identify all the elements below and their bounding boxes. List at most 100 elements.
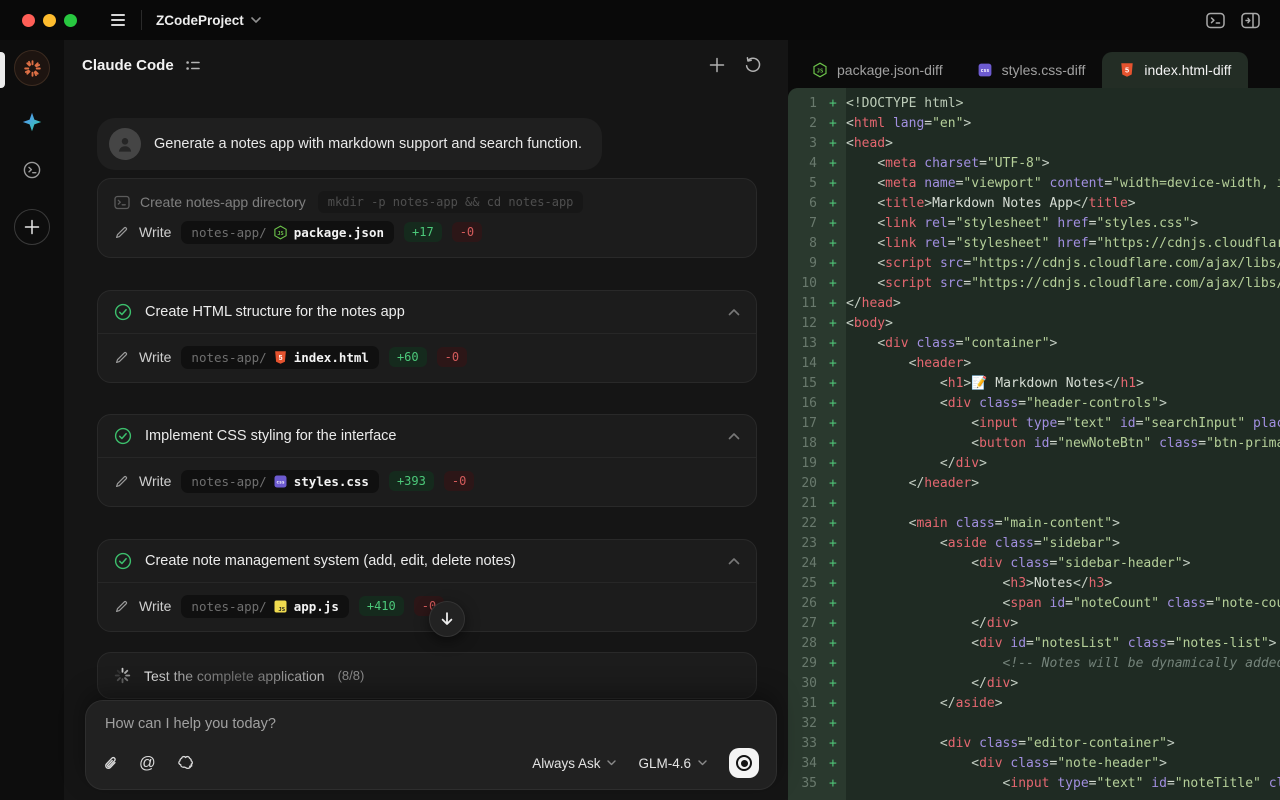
task-card: Create notes-app directory mkdir -p note… — [97, 178, 757, 258]
running-task-label: Test the complete application — [144, 668, 325, 684]
task-card-header[interactable]: Implement CSS styling for the interface — [98, 415, 756, 458]
file-path: notes-app/ — [191, 350, 266, 365]
tab-index-html-diff[interactable]: 5 index.html-diff — [1102, 52, 1248, 88]
user-message-text: Generate a notes app with markdown suppo… — [154, 136, 582, 152]
chat-scroll-area[interactable]: Generate a notes app with markdown suppo… — [64, 90, 788, 800]
code-text: <script src="https://cdnjs.cloudflare.co… — [846, 254, 1280, 274]
terminal-icon[interactable] — [1206, 12, 1225, 29]
code-text: <meta charset="UTF-8"> — [846, 154, 1280, 174]
collapse-button[interactable] — [728, 308, 740, 316]
task-title: Create note management system (add, edit… — [145, 553, 516, 569]
line-number: 7 — [788, 214, 826, 234]
session-history-button[interactable] — [22, 160, 42, 180]
attach-file-button[interactable] — [103, 755, 118, 772]
task-progress: (8/8) — [338, 668, 365, 683]
titlebar-divider — [141, 10, 142, 30]
line-number: 12 — [788, 314, 826, 334]
diff-lines: 1+<!DOCTYPE html>2+<html lang="en">3+<he… — [788, 88, 1280, 794]
line-number: 8 — [788, 234, 826, 254]
record-icon — [736, 755, 752, 771]
diff-added-marker: + — [826, 754, 846, 774]
file-path: notes-app/ — [191, 599, 266, 614]
menu-icon[interactable] — [107, 10, 129, 30]
line-number: 10 — [788, 274, 826, 294]
code-text: <html lang="en"> — [846, 114, 1280, 134]
tab-package-json-diff[interactable]: JS package.json-diff — [795, 52, 960, 88]
diff-added-marker: + — [826, 314, 846, 334]
permission-mode-dropdown[interactable]: Always Ask — [532, 756, 616, 771]
diff-line: 33+ <div class="editor-container"> — [788, 734, 1280, 754]
lines-added-badge: +60 — [389, 347, 427, 367]
file-chip[interactable]: notes-app/ JS package.json — [181, 221, 394, 244]
line-number: 15 — [788, 374, 826, 394]
task-card: Implement CSS styling for the interface … — [97, 414, 757, 507]
diff-added-marker: + — [826, 254, 846, 274]
diff-added-marker: + — [826, 634, 846, 654]
running-task-card: Test the complete application (8/8) — [97, 652, 757, 699]
code-text: <div class="header-controls"> — [846, 394, 1280, 414]
diff-added-marker: + — [826, 594, 846, 614]
code-text: </head> — [846, 294, 1280, 314]
zoom-window-button[interactable] — [64, 14, 77, 27]
js-file-icon: JS — [273, 599, 288, 614]
diff-line: 6+ <title>Markdown Notes App</title> — [788, 194, 1280, 214]
diff-added-marker: + — [826, 714, 846, 734]
file-chip[interactable]: notes-app/ 5 index.html — [181, 346, 379, 369]
brain-icon — [177, 755, 195, 772]
check-circle-icon — [114, 427, 132, 445]
running-task-row: Test the complete application (8/8) — [98, 653, 756, 698]
assistant-button[interactable] — [21, 111, 43, 133]
css-file-icon: css — [977, 62, 993, 78]
composer-input[interactable] — [101, 714, 761, 734]
file-chip[interactable]: notes-app/ JS app.js — [181, 595, 348, 618]
line-number: 19 — [788, 454, 826, 474]
file-path: notes-app/ — [191, 474, 266, 489]
mention-button[interactable]: @ — [139, 755, 156, 772]
file-chip[interactable]: notes-app/ css styles.css — [181, 470, 379, 493]
lines-removed-badge: -0 — [444, 471, 474, 491]
write-label: Write — [139, 224, 171, 240]
voice-input-button[interactable] — [729, 748, 759, 778]
diff-added-marker: + — [826, 534, 846, 554]
collapse-button[interactable] — [728, 557, 740, 565]
minimize-window-button[interactable] — [43, 14, 56, 27]
toggle-side-panel-icon[interactable] — [1241, 12, 1260, 29]
tab-styles-css-diff[interactable]: css styles.css-diff — [960, 52, 1103, 88]
new-workspace-button[interactable] — [14, 209, 50, 245]
project-selector[interactable]: ZCodeProject — [156, 13, 261, 28]
code-text: <div class="note-header"> — [846, 754, 1280, 774]
task-list-icon[interactable] — [185, 58, 201, 73]
json-file-icon: JS — [812, 62, 828, 78]
thinking-mode-button[interactable] — [177, 755, 195, 772]
close-window-button[interactable] — [22, 14, 35, 27]
pencil-icon — [114, 599, 129, 614]
html-file-icon: 5 — [273, 350, 288, 365]
scroll-to-bottom-button[interactable] — [429, 601, 465, 637]
at-sign-icon: @ — [139, 755, 156, 772]
claude-workspace-button[interactable] — [14, 50, 50, 86]
project-name: ZCodeProject — [156, 13, 244, 28]
diff-added-marker: + — [826, 654, 846, 674]
collapse-button[interactable] — [728, 432, 740, 440]
history-icon — [744, 56, 762, 74]
code-text: <input type="text" id="noteTitle" class=… — [846, 774, 1280, 794]
history-button[interactable] — [744, 56, 762, 74]
plus-icon — [709, 57, 725, 73]
pencil-icon — [114, 225, 129, 240]
diff-code-view[interactable]: 1+<!DOCTYPE html>2+<html lang="en">3+<he… — [788, 88, 1280, 800]
diff-added-marker: + — [826, 134, 846, 154]
code-text: <script src="https://cdnjs.cloudflare.co… — [846, 274, 1280, 294]
diff-line: 23+ <aside class="sidebar"> — [788, 534, 1280, 554]
terminal-icon — [114, 195, 130, 210]
line-number: 4 — [788, 154, 826, 174]
line-number: 31 — [788, 694, 826, 714]
paperclip-icon — [103, 755, 118, 772]
model-dropdown[interactable]: GLM-4.6 — [638, 756, 707, 771]
sparkle-icon — [21, 111, 43, 133]
task-card-header[interactable]: Create note management system (add, edit… — [98, 540, 756, 583]
task-card-header[interactable]: Create HTML structure for the notes app — [98, 291, 756, 334]
diff-line: 8+ <link rel="stylesheet" href="https://… — [788, 234, 1280, 254]
diff-line: 3+<head> — [788, 134, 1280, 154]
pencil-icon — [114, 474, 129, 489]
new-chat-button[interactable] — [709, 57, 725, 73]
